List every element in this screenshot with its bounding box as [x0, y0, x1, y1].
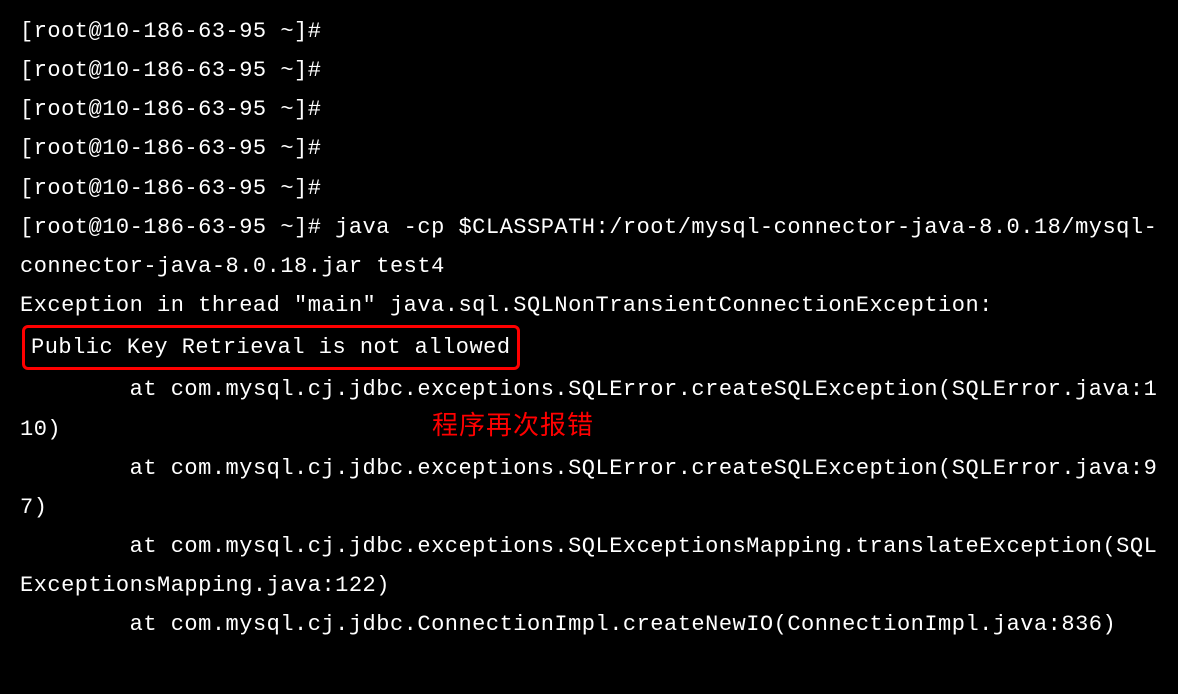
prompt-line: [root@10-186-63-95 ~]#: [20, 51, 1158, 90]
error-highlight: Public Key Retrieval is not allowed: [22, 325, 520, 370]
exception-line: Exception in thread "main" java.sql.SQLN…: [20, 286, 1158, 370]
prompt-line: [root@10-186-63-95 ~]#: [20, 169, 1158, 208]
prompt-line: [root@10-186-63-95 ~]#: [20, 129, 1158, 168]
prompt-line: [root@10-186-63-95 ~]#: [20, 90, 1158, 129]
stack-trace-line: at com.mysql.cj.jdbc.ConnectionImpl.crea…: [20, 605, 1158, 644]
exception-prefix: Exception in thread "main" java.sql.SQLN…: [20, 293, 1007, 318]
stack-trace-line: at com.mysql.cj.jdbc.exceptions.SQLError…: [20, 449, 1158, 527]
stack-trace-line: at com.mysql.cj.jdbc.exceptions.SQLExcep…: [20, 527, 1158, 605]
command-line: [root@10-186-63-95 ~]# java -cp $CLASSPA…: [20, 208, 1158, 286]
error-annotation: 程序再次报错: [432, 402, 594, 448]
terminal-output[interactable]: [root@10-186-63-95 ~]# [root@10-186-63-9…: [20, 12, 1158, 645]
prompt-line: [root@10-186-63-95 ~]#: [20, 12, 1158, 51]
